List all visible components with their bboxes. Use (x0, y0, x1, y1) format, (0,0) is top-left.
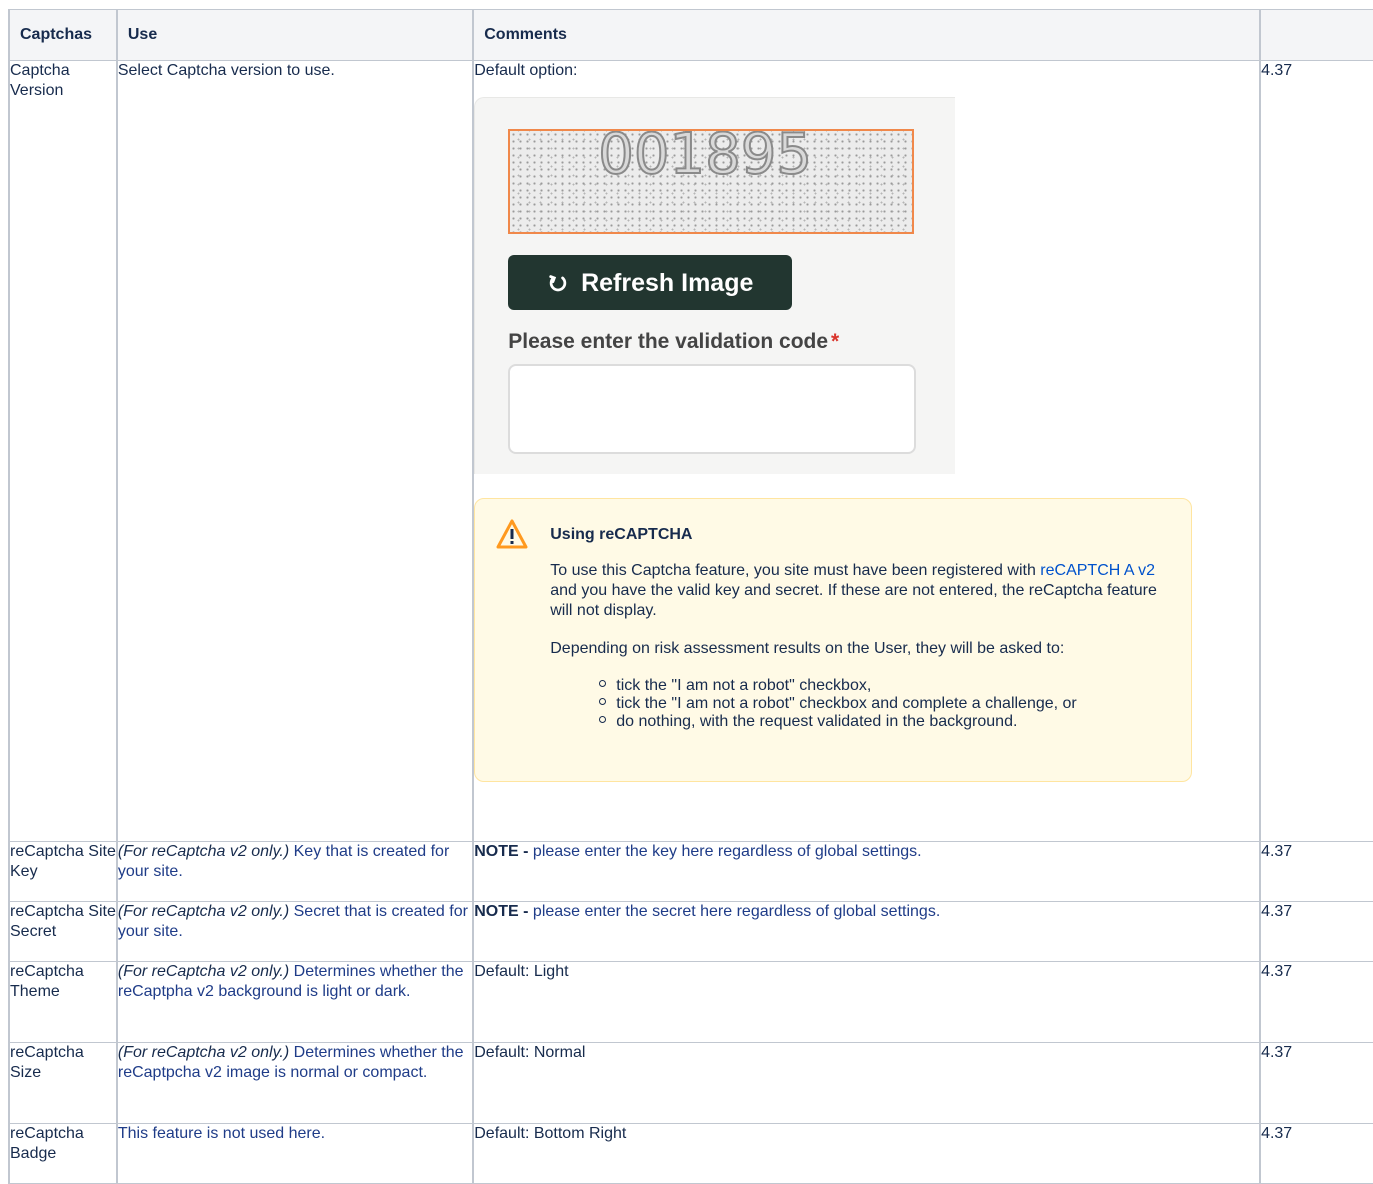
setting-comment: NOTE - please enter the secret here rega… (472, 901, 1262, 962)
recaptcha-link[interactable]: reCAPTCH A v2 (1040, 562, 1155, 579)
captcha-image: 001895 (508, 129, 915, 234)
use-prefix: (For reCaptcha v2 only.) (117, 1044, 290, 1061)
validation-label-text: Please enter the validation code (508, 330, 829, 353)
warning-panel: Using reCAPTCHA To use this Captcha feat… (474, 498, 1193, 782)
header-captchas: Captchas (8, 9, 118, 61)
setting-version: 4.37 (1259, 901, 1373, 962)
use-text: This feature is not used here. (117, 1125, 326, 1142)
header-version (1259, 9, 1373, 61)
refresh-image-button: Refresh Image (508, 255, 793, 310)
table-row: Captcha Version Select Captcha version t… (8, 60, 1373, 842)
warning-text: To use this Captcha feature, you site mu… (550, 562, 1041, 579)
setting-name: reCaptcha Site Secret (8, 901, 118, 962)
validation-code-input (508, 364, 917, 454)
setting-version: 4.37 (1259, 1123, 1373, 1184)
setting-comment: Default option: 001895 Refresh Image Ple… (472, 60, 1262, 842)
list-item: do nothing, with the request validated i… (599, 713, 1180, 731)
note-label: NOTE - (474, 843, 529, 860)
warning-list: tick the "I am not a robot" checkbox, ti… (550, 677, 1180, 731)
setting-name: reCaptcha Theme (8, 961, 118, 1043)
comment-text: Default option: (474, 62, 578, 79)
warning-paragraph-2: Depending on risk assessment results on … (550, 640, 1065, 657)
setting-name: reCaptcha Site Key (8, 841, 118, 902)
setting-use: (For reCaptcha v2 only.) Key that is cre… (115, 841, 475, 902)
warning-body: To use this Captcha feature, you site mu… (550, 561, 1180, 731)
refresh-icon (549, 274, 567, 291)
setting-comment: Default: Bottom Right (472, 1123, 1262, 1184)
table-row: reCaptcha Badge This feature is not used… (8, 1123, 1373, 1184)
use-prefix: (For reCaptcha v2 only.) (117, 903, 290, 920)
setting-name: Captcha Version (8, 60, 118, 842)
warning-icon (496, 519, 528, 549)
setting-comment: NOTE - please enter the key here regardl… (472, 841, 1262, 902)
use-prefix: (For reCaptcha v2 only.) (117, 843, 290, 860)
setting-comment: Default: Normal (472, 1042, 1262, 1124)
note-label: NOTE - (474, 903, 529, 920)
setting-version: 4.37 (1259, 60, 1373, 842)
table-row: reCaptcha Theme (For reCaptcha v2 only.)… (8, 961, 1373, 1043)
list-item: tick the "I am not a robot" checkbox, (599, 677, 1180, 695)
warning-title: Using reCAPTCHA (550, 526, 693, 543)
list-item: tick the "I am not a robot" checkbox and… (599, 695, 1180, 713)
header-use: Use (115, 9, 475, 61)
warning-paragraph-1: To use this Captcha feature, you site mu… (550, 561, 1180, 621)
captcha-example-image: 001895 Refresh Image Please enter the va… (474, 97, 956, 474)
captcha-settings-table: Captchas Use Comments Captcha Version Se… (8, 9, 1373, 1184)
setting-version: 4.37 (1259, 1042, 1373, 1124)
setting-comment: Default: Light (472, 961, 1262, 1043)
setting-version: 4.37 (1259, 841, 1373, 902)
setting-use: (For reCaptcha v2 only.) Secret that is … (115, 901, 475, 962)
setting-use: This feature is not used here. (115, 1123, 475, 1184)
table-row: reCaptcha Size (For reCaptcha v2 only.) … (8, 1042, 1373, 1124)
setting-use: (For reCaptcha v2 only.) Determines whet… (115, 961, 475, 1043)
table-header-row: Captchas Use Comments (8, 9, 1373, 61)
setting-name: reCaptcha Size (8, 1042, 118, 1124)
captcha-code: 001895 (597, 129, 813, 187)
validation-label: Please enter the validation code * (508, 330, 840, 353)
comment-text: please enter the key here regardless of … (528, 843, 922, 860)
setting-use: Select Captcha version to use. (115, 60, 475, 842)
required-mark: * (831, 330, 840, 353)
refresh-label: Refresh Image (581, 268, 754, 297)
warning-text: and you have the valid key and secret. I… (550, 582, 1157, 619)
header-comments: Comments (472, 9, 1262, 61)
setting-version: 4.37 (1259, 961, 1373, 1043)
use-prefix: (For reCaptcha v2 only.) (117, 963, 290, 980)
setting-use: (For reCaptcha v2 only.) Determines whet… (115, 1042, 475, 1124)
table-row: reCaptcha Site Key (For reCaptcha v2 onl… (8, 841, 1373, 902)
setting-name: reCaptcha Badge (8, 1123, 118, 1184)
table-row: reCaptcha Site Secret (For reCaptcha v2 … (8, 901, 1373, 962)
comment-text: please enter the secret here regardless … (528, 903, 941, 920)
